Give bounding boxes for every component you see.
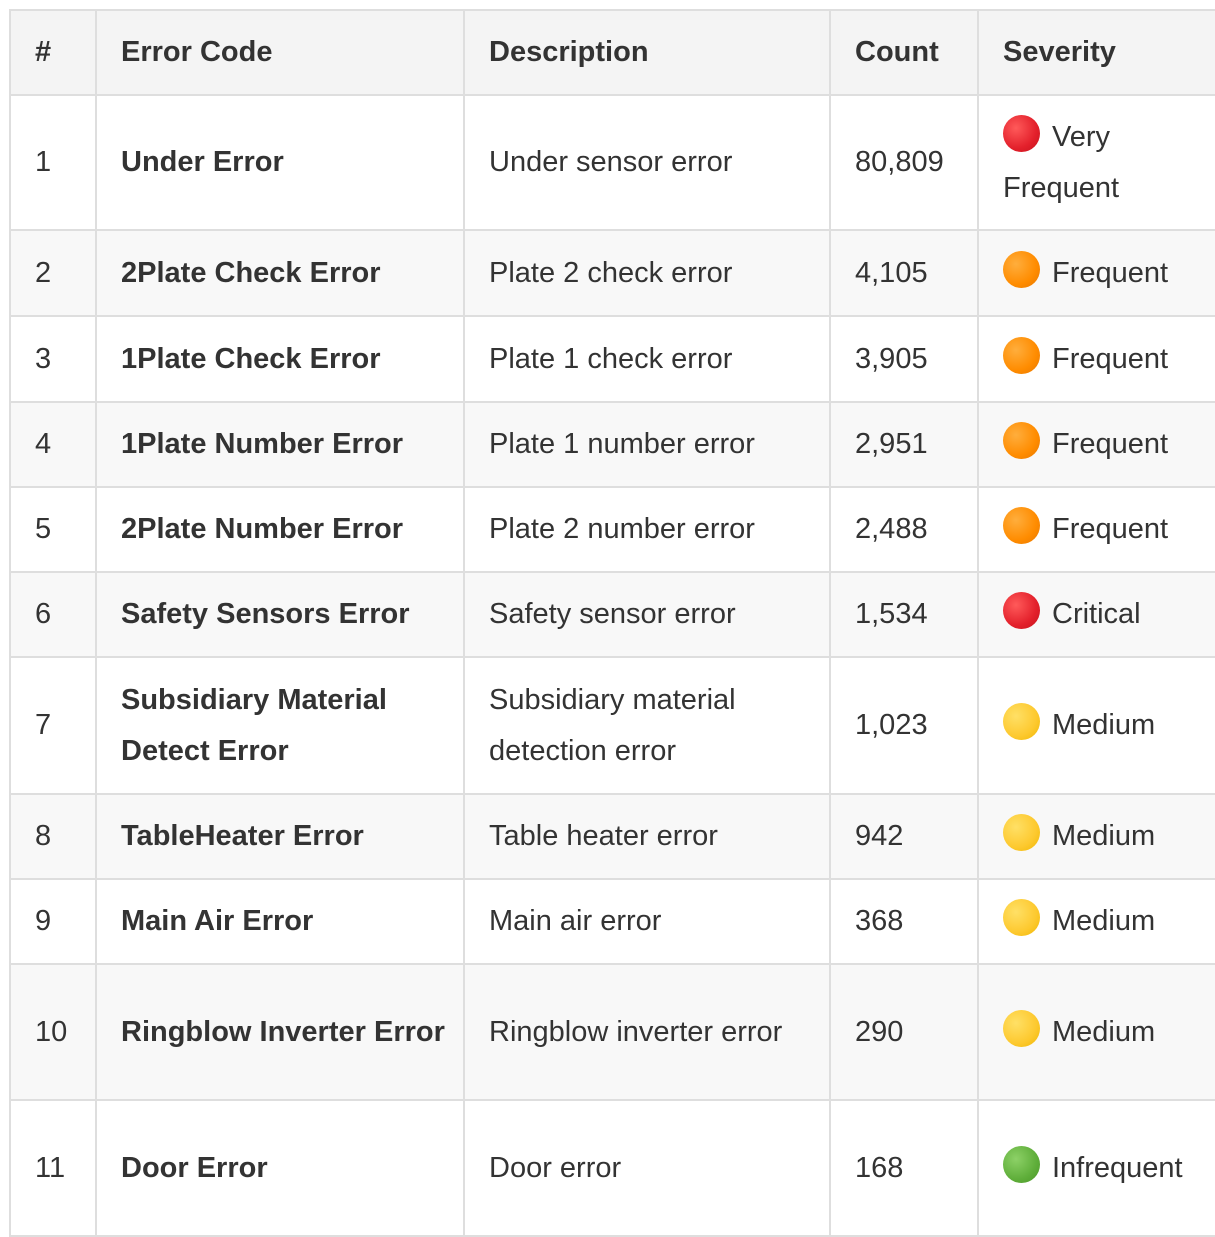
error-count: 942 [829, 793, 979, 880]
table-header-row: # Error Code Description Count Severity [9, 9, 1215, 96]
row-number: 4 [9, 401, 97, 488]
severity-label: Critical [1052, 598, 1141, 630]
severity-label: Infrequent [1052, 1151, 1183, 1184]
row-number: 9 [9, 878, 97, 965]
error-description: Plate 2 check error [463, 229, 831, 317]
severity-cell: Frequent [977, 315, 1215, 403]
header-error-code: Error Code [95, 9, 465, 96]
row-number: 6 [9, 571, 97, 658]
error-description: Under sensor error [463, 94, 831, 231]
row-number: 7 [9, 656, 97, 795]
table-row: 11 Door Error Door error 168 Infrequent [9, 1099, 1215, 1237]
error-code: Door Error [95, 1099, 465, 1237]
red-circle-icon [1003, 592, 1040, 629]
severity-cell: Medium [977, 878, 1215, 965]
yellow-circle-icon [1003, 703, 1040, 740]
header-severity: Severity [977, 9, 1215, 96]
orange-circle-icon [1003, 422, 1040, 459]
error-description: Main air error [463, 878, 831, 965]
severity-label: Frequent [1052, 428, 1169, 460]
orange-circle-icon [1003, 507, 1040, 544]
error-description: Door error [463, 1099, 831, 1237]
severity-label: Medium [1052, 1015, 1156, 1048]
severity-cell: Very Frequent [977, 94, 1215, 231]
green-circle-icon [1003, 1145, 1040, 1183]
error-count: 80,809 [829, 94, 979, 231]
row-number: 1 [9, 94, 97, 231]
row-number: 5 [9, 486, 97, 573]
severity-label: Medium [1052, 820, 1156, 852]
header-number: # [9, 9, 97, 96]
table-row: 1 Under Error Under sensor error 80,809 … [9, 94, 1215, 231]
error-code: 1Plate Check Error [95, 315, 465, 403]
error-table-container: # Error Code Description Count Severity … [9, 9, 1215, 1237]
severity-cell: Medium [977, 963, 1215, 1101]
table-row: 3 1Plate Check Error Plate 1 check error… [9, 315, 1215, 403]
error-description: Plate 2 number error [463, 486, 831, 573]
table-row: 10 Ringblow Inverter Error Ringblow inve… [9, 963, 1215, 1101]
severity-cell: Medium [977, 656, 1215, 795]
error-code: Main Air Error [95, 878, 465, 965]
orange-circle-icon [1003, 336, 1040, 374]
header-description: Description [463, 9, 831, 96]
error-table: # Error Code Description Count Severity … [9, 9, 1215, 1237]
yellow-circle-icon [1003, 1009, 1040, 1047]
error-count: 168 [829, 1099, 979, 1237]
error-count: 290 [829, 963, 979, 1101]
error-code: Ringblow Inverter Error [95, 963, 465, 1101]
yellow-circle-icon [1003, 899, 1040, 936]
orange-circle-icon [1003, 250, 1040, 288]
error-code: 2Plate Check Error [95, 229, 465, 317]
severity-label: Frequent [1052, 342, 1169, 375]
error-count: 1,534 [829, 571, 979, 658]
severity-label: Frequent [1052, 256, 1169, 289]
error-description: Subsidiary material detection error [463, 656, 831, 795]
severity-cell: Medium [977, 793, 1215, 880]
header-count: Count [829, 9, 979, 96]
severity-label: Medium [1052, 905, 1156, 937]
severity-cell: Critical [977, 571, 1215, 658]
error-count: 368 [829, 878, 979, 965]
error-count: 2,951 [829, 401, 979, 488]
severity-label: Frequent [1052, 513, 1169, 545]
error-code: TableHeater Error [95, 793, 465, 880]
severity-cell: Frequent [977, 401, 1215, 488]
row-number: 3 [9, 315, 97, 403]
error-code: Subsidiary Material Detect Error [95, 656, 465, 795]
error-count: 3,905 [829, 315, 979, 403]
row-number: 2 [9, 229, 97, 317]
error-code: 2Plate Number Error [95, 486, 465, 573]
red-circle-icon [1003, 114, 1040, 152]
error-description: Table heater error [463, 793, 831, 880]
error-description: Plate 1 check error [463, 315, 831, 403]
error-count: 1,023 [829, 656, 979, 795]
row-number: 10 [9, 963, 97, 1101]
table-row: 8 TableHeater Error Table heater error 9… [9, 793, 1215, 880]
yellow-circle-icon [1003, 814, 1040, 851]
error-description: Safety sensor error [463, 571, 831, 658]
table-row: 6 Safety Sensors Error Safety sensor err… [9, 571, 1215, 658]
error-count: 4,105 [829, 229, 979, 317]
severity-cell: Frequent [977, 486, 1215, 573]
error-description: Ringblow inverter error [463, 963, 831, 1101]
error-code: Under Error [95, 94, 465, 231]
table-row: 2 2Plate Check Error Plate 2 check error… [9, 229, 1215, 317]
table-row: 4 1Plate Number Error Plate 1 number err… [9, 401, 1215, 488]
table-row: 7 Subsidiary Material Detect Error Subsi… [9, 656, 1215, 795]
error-description: Plate 1 number error [463, 401, 831, 488]
row-number: 8 [9, 793, 97, 880]
table-row: 9 Main Air Error Main air error 368 Medi… [9, 878, 1215, 965]
row-number: 11 [9, 1099, 97, 1237]
severity-label: Medium [1052, 709, 1156, 741]
severity-cell: Frequent [977, 229, 1215, 317]
error-code: Safety Sensors Error [95, 571, 465, 658]
error-code: 1Plate Number Error [95, 401, 465, 488]
table-row: 5 2Plate Number Error Plate 2 number err… [9, 486, 1215, 573]
severity-cell: Infrequent [977, 1099, 1215, 1237]
error-count: 2,488 [829, 486, 979, 573]
